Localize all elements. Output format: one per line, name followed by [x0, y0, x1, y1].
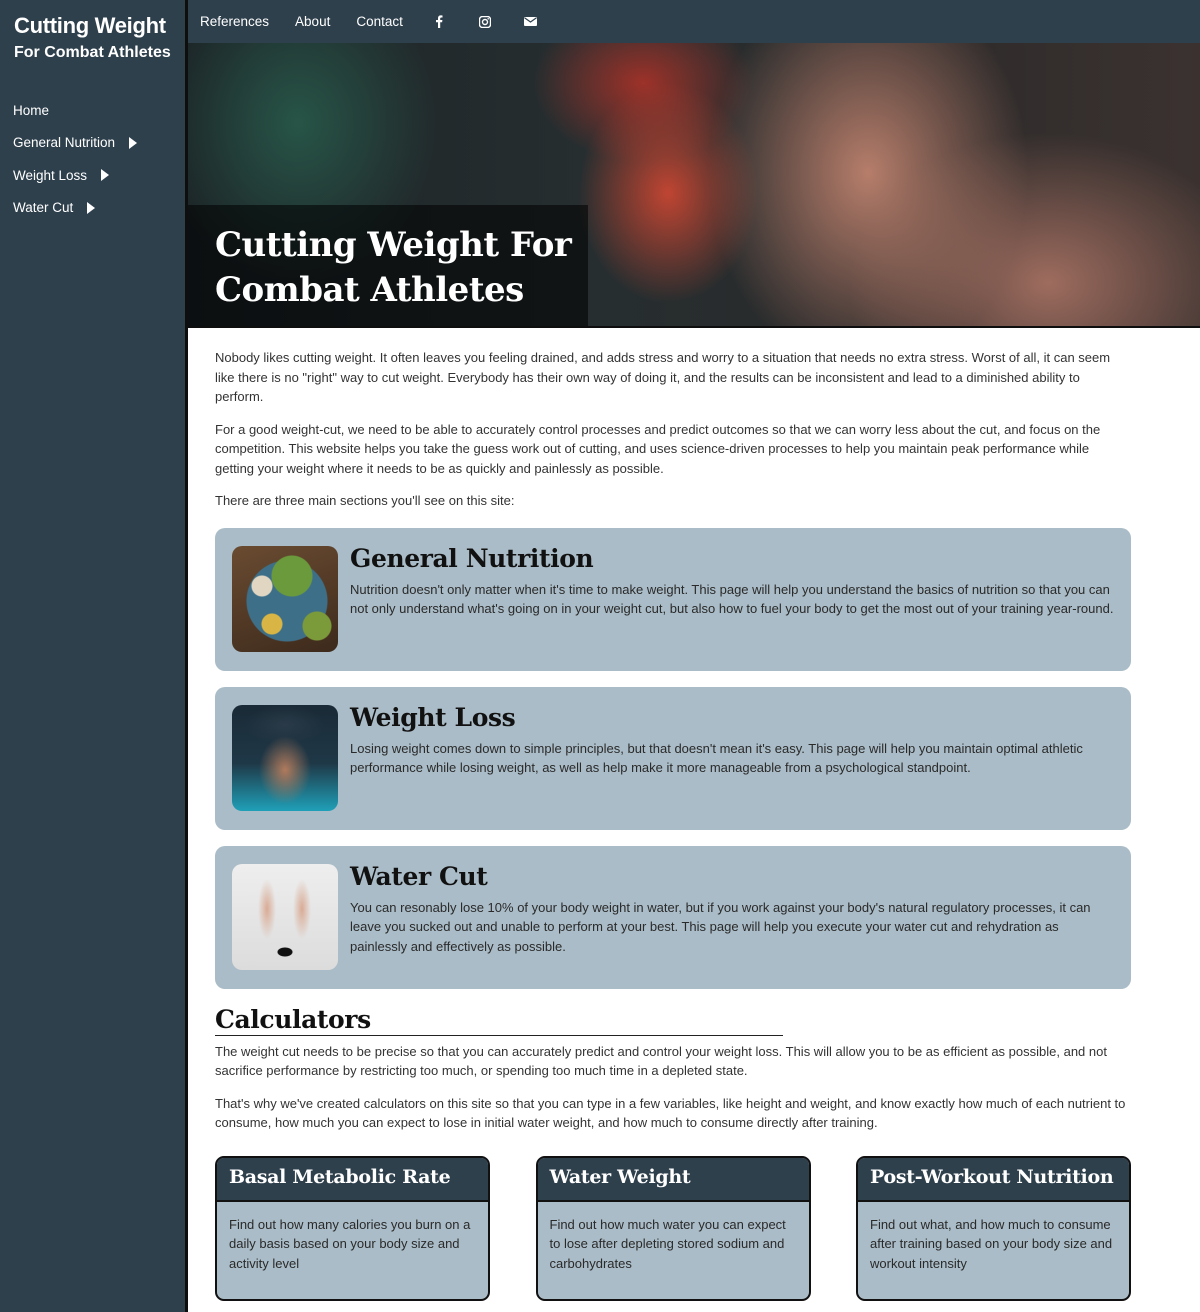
calculator-title: Water Weight [537, 1157, 809, 1202]
section-card-general-nutrition[interactable]: General Nutrition Nutrition doesn't only… [215, 527, 1131, 671]
sidebar-nav: Home General Nutrition Weight Loss Water… [0, 94, 185, 224]
calculator-description: Find out how much water you can expect t… [549, 1216, 786, 1271]
hero-title-box: Cutting Weight For Combat Athletes [188, 205, 588, 326]
section-title: Weight Loss [350, 702, 516, 732]
calculator-card-bmr[interactable]: Basal Metabolic Rate Find out how many c… [215, 1155, 490, 1301]
calculators-heading: Calculators [215, 1005, 783, 1036]
sidebar-item-weight-loss[interactable]: Weight Loss [0, 159, 185, 192]
calculators-paragraph: That's why we've created calculators on … [215, 1095, 1126, 1131]
section-card-weight-loss[interactable]: Weight Loss Losing weight comes down to … [215, 686, 1131, 830]
caret-right-icon[interactable] [129, 136, 138, 149]
food-bowl-image [232, 545, 338, 652]
instagram-icon[interactable] [475, 12, 495, 32]
top-nav: References About Contact [188, 0, 1200, 43]
calculators-paragraph: The weight cut needs to be precise so th… [215, 1043, 1107, 1079]
section-title: Water Cut [350, 861, 488, 891]
nav-link-about[interactable]: About [295, 14, 330, 29]
sidebar: Cutting Weight For Combat Athletes Home … [0, 0, 185, 1312]
sidebar-item-water-cut[interactable]: Water Cut [0, 192, 185, 225]
hero-title: Cutting Weight For Combat Athletes [215, 223, 588, 313]
section-title: General Nutrition [350, 543, 594, 573]
intro-paragraph: For a good weight-cut, we need to be abl… [215, 421, 1101, 476]
calculator-title: Basal Metabolic Rate [217, 1157, 488, 1202]
mail-icon[interactable] [521, 12, 541, 32]
intro-paragraph: Nobody likes cutting weight. It often le… [215, 350, 1111, 404]
sidebar-item-label: Home [13, 102, 50, 118]
sidebar-item-home[interactable]: Home [0, 94, 185, 127]
calculator-cards: Basal Metabolic Rate Find out how many c… [215, 1155, 1131, 1301]
athlete-abs-image [232, 704, 338, 811]
calculator-card-post-workout[interactable]: Post-Workout Nutrition Find out what, an… [856, 1155, 1131, 1301]
calculator-description: Find out how many calories you burn on a… [229, 1216, 471, 1271]
brand-subtitle[interactable]: For Combat Athletes [14, 42, 185, 64]
caret-right-icon[interactable] [101, 169, 110, 182]
nav-link-contact[interactable]: Contact [356, 14, 403, 29]
intro-paragraph: There are three main sections you'll see… [215, 493, 515, 508]
main-content: Nobody likes cutting weight. It often le… [215, 348, 1131, 1301]
calculator-card-water-weight[interactable]: Water Weight Find out how much water you… [535, 1155, 811, 1301]
section-card-water-cut[interactable]: Water Cut You can resonably lose 10% of … [215, 845, 1131, 989]
section-description: You can resonably lose 10% of your body … [350, 899, 1091, 954]
bathroom-scale-image [232, 863, 338, 970]
facebook-icon[interactable] [429, 12, 449, 32]
sidebar-item-label: Water Cut [13, 200, 74, 216]
hero-banner: Cutting Weight For Combat Athletes [188, 43, 1200, 326]
sidebar-item-label: Weight Loss [13, 167, 88, 183]
caret-right-icon[interactable] [87, 201, 96, 214]
brand-title[interactable]: Cutting Weight [14, 12, 185, 40]
nav-link-references[interactable]: References [200, 14, 269, 29]
section-description: Losing weight comes down to simple princ… [350, 740, 1083, 776]
hero-title-line: Combat Athletes [215, 270, 524, 310]
calculator-title: Post-Workout Nutrition [858, 1157, 1129, 1202]
sidebar-item-label: General Nutrition [13, 135, 116, 151]
sidebar-item-general-nutrition[interactable]: General Nutrition [0, 127, 185, 160]
brand[interactable]: Cutting Weight For Combat Athletes [0, 0, 185, 64]
calculator-description: Find out what, and how much to consume a… [870, 1216, 1113, 1271]
section-description: Nutrition doesn't only matter when it's … [350, 581, 1114, 617]
hero-divider [188, 326, 1200, 328]
hero-title-line: Cutting Weight For [215, 225, 572, 265]
